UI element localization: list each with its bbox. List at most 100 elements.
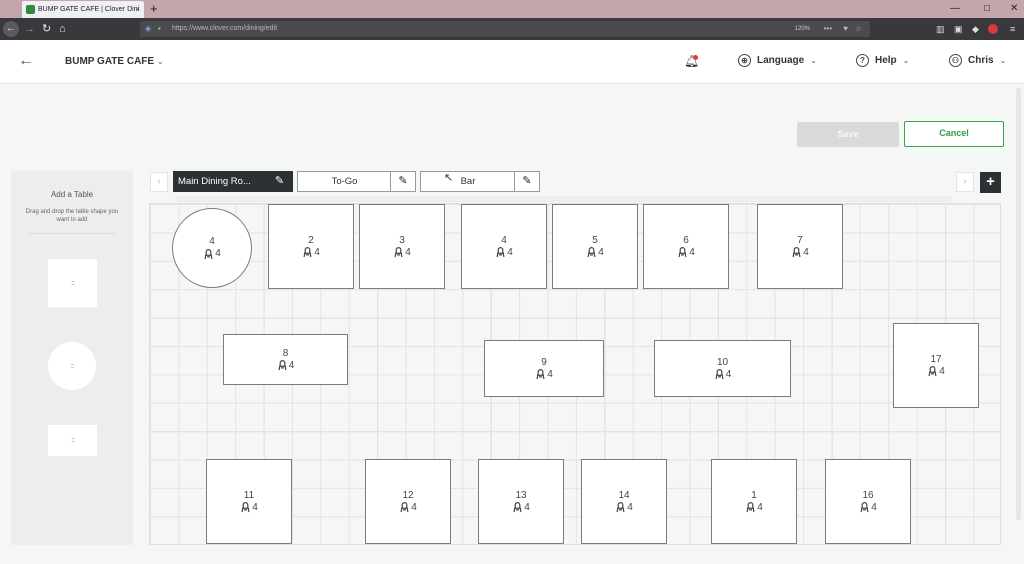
- table-card[interactable]: 8 4: [223, 334, 348, 385]
- browser-nav-bar: ← → ↻ ⌂ ◈ ▪ https://www.clover.com/dinin…: [0, 18, 1024, 40]
- url-bar[interactable]: ◈ ▪ https://www.clover.com/dining/edit 1…: [140, 21, 870, 37]
- table-card[interactable]: 16 4: [825, 459, 911, 544]
- chair-icon: [241, 502, 250, 513]
- table-seats: 4: [240, 502, 258, 514]
- help-label: Help: [875, 55, 897, 66]
- table-number: 14: [618, 489, 630, 501]
- table-card[interactable]: 10 4: [654, 340, 791, 397]
- library-icon[interactable]: ▥: [936, 21, 945, 37]
- lock-icon[interactable]: ▪: [158, 21, 161, 37]
- reload-icon[interactable]: ↻: [42, 21, 51, 37]
- table-seats: 4: [512, 502, 530, 514]
- table-seats: 4: [927, 366, 945, 378]
- table-card[interactable]: 4 4: [172, 208, 252, 288]
- table-number: 6: [683, 234, 689, 246]
- language-menu[interactable]: ⊕ Language ⌄: [738, 54, 817, 67]
- chair-icon: [616, 502, 625, 513]
- vertical-scrollbar[interactable]: [1016, 88, 1021, 520]
- bookmark-star-icon[interactable]: ☆: [855, 21, 862, 37]
- table-number: 8: [282, 347, 289, 359]
- tabs-scroll-right-icon[interactable]: ›: [956, 172, 974, 192]
- add-table-panel: Add a Table Drag and drop the table shap…: [11, 171, 133, 545]
- chair-icon: [394, 247, 403, 258]
- table-number: 17: [930, 353, 942, 365]
- table-number: 10: [716, 356, 729, 368]
- round-table-shape[interactable]: :::: [48, 342, 96, 390]
- browser-tab-bar: BUMP GATE CAFE | Clover Dini × + — □ ✕: [0, 0, 1024, 18]
- browser-back-icon[interactable]: ←: [3, 21, 19, 37]
- square-table-shape[interactable]: :::: [48, 259, 97, 307]
- new-tab-button[interactable]: +: [150, 0, 158, 17]
- table-card[interactable]: 6 4: [643, 204, 729, 289]
- minimize-icon[interactable]: —: [950, 0, 960, 17]
- home-icon[interactable]: ⌂: [59, 21, 66, 37]
- add-table-description: Drag and drop the table shape you want t…: [25, 209, 119, 223]
- app-header: ← BUMP GATE CAFE ⌄ 🔔︎ ⊕ Language ⌄ ? Hel…: [0, 40, 1024, 84]
- table-card[interactable]: 12 4: [365, 459, 451, 544]
- table-card[interactable]: 13 4: [478, 459, 564, 544]
- user-avatar-icon: ⚇: [949, 54, 962, 67]
- pencil-icon[interactable]: ✎: [390, 172, 415, 191]
- table-card[interactable]: 9 4: [484, 340, 604, 397]
- horizontal-scrollbar[interactable]: [175, 196, 951, 202]
- url-text[interactable]: https://www.clover.com/dining/edit: [172, 21, 277, 37]
- table-card[interactable]: 2 4: [268, 204, 354, 289]
- table-number: 7: [797, 234, 803, 246]
- table-number: 4: [209, 236, 215, 247]
- table-number: 9: [541, 356, 547, 368]
- table-seats: 4: [393, 247, 411, 259]
- chair-icon: [496, 247, 505, 258]
- clover-favicon-icon: [26, 5, 35, 14]
- room-tab-main-dining[interactable]: Main Dining Ro... ✎: [173, 171, 293, 192]
- pocket-icon[interactable]: ♥: [843, 21, 848, 37]
- table-seats: 4: [302, 247, 320, 259]
- globe-icon: ⊕: [738, 54, 751, 67]
- table-card[interactable]: 3 4: [359, 204, 445, 289]
- rectangle-table-shape[interactable]: :::: [48, 425, 97, 456]
- room-tab-bar[interactable]: Bar ✎: [420, 171, 540, 192]
- merchant-selector[interactable]: BUMP GATE CAFE ⌄: [65, 56, 164, 67]
- page-actions-icon[interactable]: •••: [824, 21, 832, 37]
- close-tab-icon[interactable]: ×: [135, 1, 140, 18]
- extension-icon[interactable]: ◆: [972, 21, 979, 37]
- add-table-title: Add a Table: [50, 190, 94, 199]
- room-tab-to-go[interactable]: To-Go ✎: [297, 171, 416, 192]
- close-window-icon[interactable]: ✕: [1010, 0, 1018, 17]
- add-room-button[interactable]: +: [980, 172, 1001, 193]
- table-number: 2: [308, 234, 314, 246]
- table-card[interactable]: 1 4: [711, 459, 797, 544]
- sidebar-icon[interactable]: ▣: [954, 21, 963, 37]
- table-seats: 4: [791, 247, 809, 259]
- table-card[interactable]: 17 4: [893, 323, 979, 408]
- browser-forward-icon[interactable]: →: [24, 21, 35, 37]
- room-tab-label: To-Go: [331, 176, 358, 187]
- save-button[interactable]: Save: [797, 122, 899, 147]
- table-card[interactable]: 4 4: [461, 204, 547, 289]
- chevron-down-icon: ⌄: [999, 56, 1007, 65]
- tabs-scroll-left-icon[interactable]: ‹: [150, 172, 168, 192]
- table-seats: 4: [677, 247, 695, 259]
- zoom-level[interactable]: 120%: [795, 21, 810, 37]
- maximize-icon[interactable]: □: [984, 0, 990, 17]
- table-card[interactable]: 7 4: [757, 204, 843, 289]
- mouse-cursor-icon: ↖: [444, 172, 454, 184]
- table-card[interactable]: 14 4: [581, 459, 667, 544]
- browser-tab[interactable]: BUMP GATE CAFE | Clover Dini ×: [22, 1, 144, 18]
- shield-icon[interactable]: ◈: [145, 21, 151, 37]
- cancel-button[interactable]: Cancel: [904, 121, 1004, 147]
- table-number: 4: [501, 234, 507, 246]
- table-card[interactable]: 5 4: [552, 204, 638, 289]
- chair-icon: [278, 360, 287, 371]
- table-seats: 4: [535, 369, 553, 381]
- back-arrow-icon[interactable]: ←: [18, 52, 34, 70]
- pencil-icon[interactable]: ✎: [514, 172, 539, 191]
- table-seats: 4: [586, 247, 604, 259]
- user-menu[interactable]: ⚇ Chris ⌄: [949, 54, 1006, 67]
- chair-icon: [536, 369, 545, 380]
- chair-icon: [513, 502, 522, 513]
- addon-badge-icon[interactable]: [988, 24, 998, 34]
- pencil-icon[interactable]: ✎: [267, 172, 292, 191]
- help-menu[interactable]: ? Help ⌄: [856, 54, 909, 67]
- table-card[interactable]: 11 4: [206, 459, 292, 544]
- menu-hamburger-icon[interactable]: ≡: [1010, 21, 1015, 37]
